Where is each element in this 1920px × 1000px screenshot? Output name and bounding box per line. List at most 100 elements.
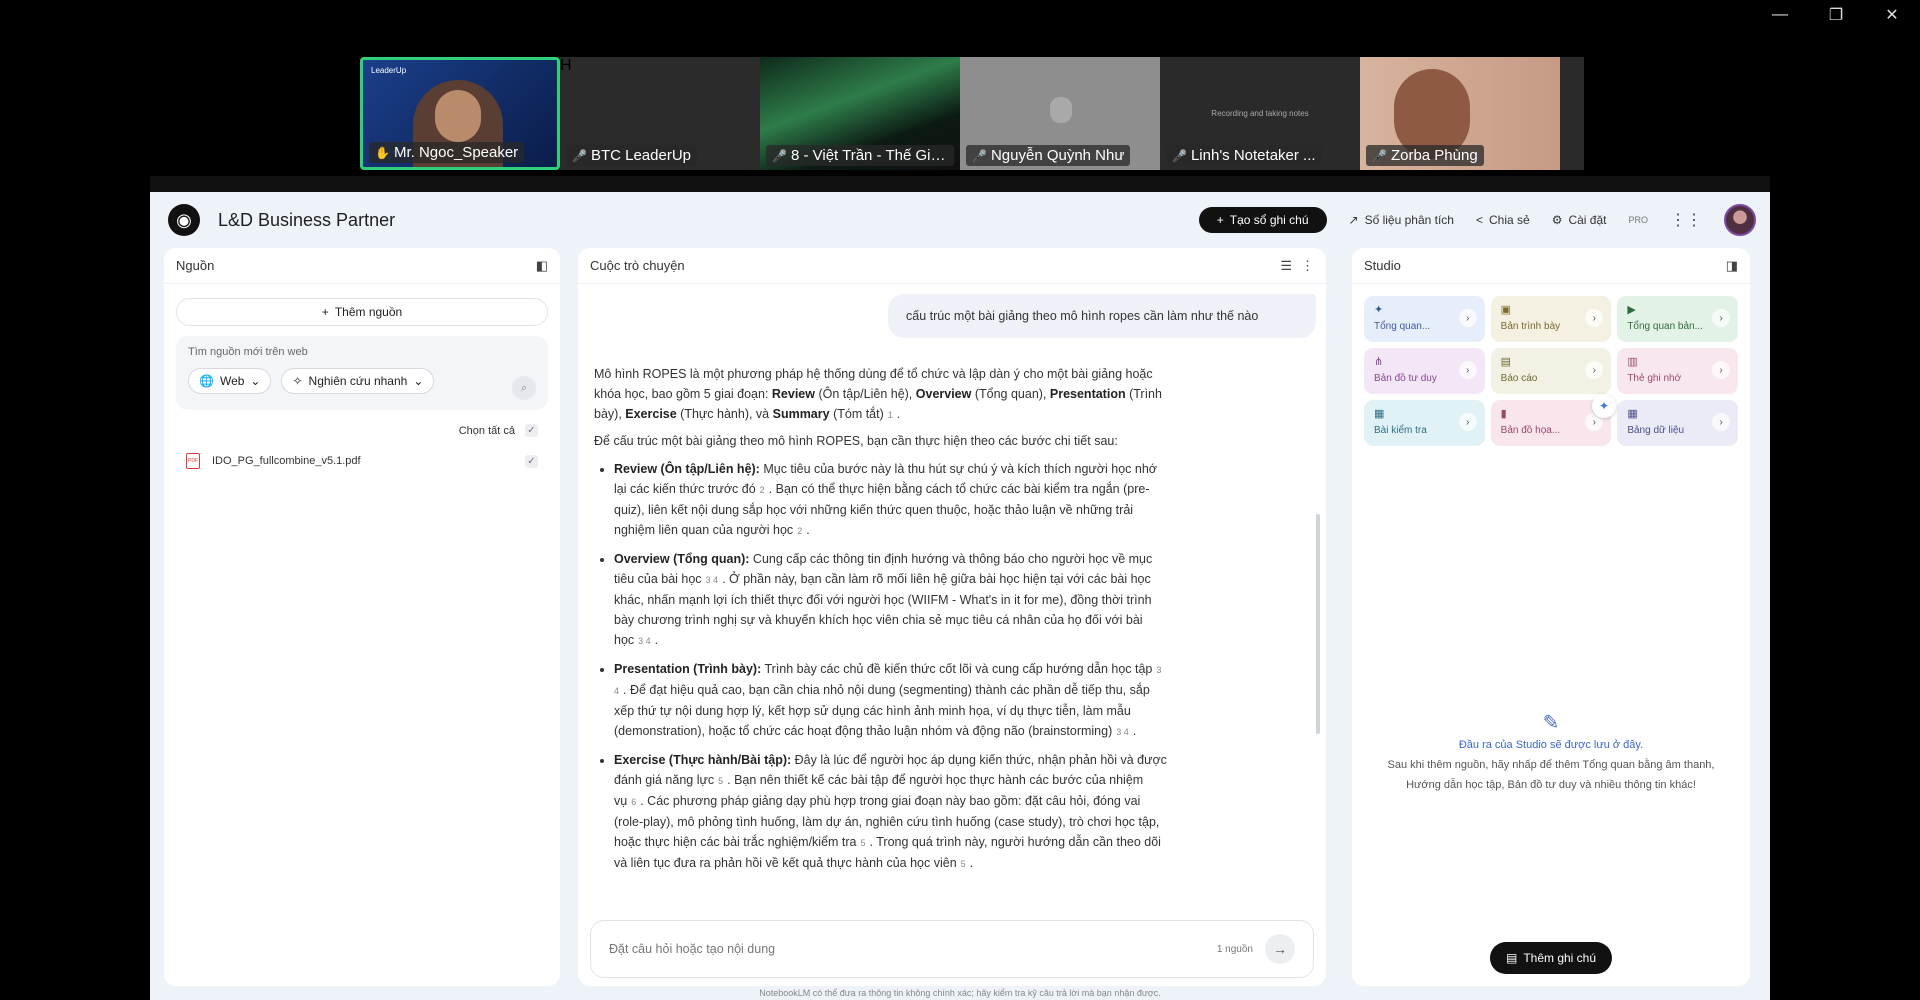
participant-tile[interactable]: Recording and taking notes 🎤 Linh's Noteta…	[1160, 57, 1360, 170]
participant-tile[interactable]: 🎤 8 - Việt Trần - Thế Giới...	[760, 57, 960, 170]
answer-intro: Mô hình ROPES là một phương pháp hệ thốn…	[594, 367, 1162, 421]
user-message: cấu trúc một bài giảng theo mô hình rope…	[888, 294, 1316, 338]
share-button[interactable]: < Chia sẻ	[1476, 213, 1530, 227]
source-name: IDO_PG_fullcombine_v5.1.pdf	[212, 455, 361, 467]
apps-grid-icon[interactable]: ⋮⋮	[1670, 210, 1702, 230]
studio-tile[interactable]: ▦ Bảng dữ liệu ›	[1617, 400, 1738, 446]
studio-tile[interactable]: ▶ Tổng quan bản... ›	[1617, 296, 1738, 342]
disclaimer: NotebookLM có thể đưa ra thông tin không…	[759, 988, 1161, 998]
studio-tile[interactable]: ▤ Báo cáo ›	[1490, 348, 1612, 394]
chat-input[interactable]: Đặt câu hỏi hoặc tạo nội dung	[609, 942, 1217, 956]
chevron-right-icon[interactable]: ›	[1458, 361, 1477, 379]
participant-strip: LeaderUp ✋ Mr. Ngoc_Speaker H 🎤 BTC LeaderUp 🎤…	[360, 57, 1584, 170]
share-icon: <	[1475, 213, 1483, 227]
notetaker-status: Recording and taking notes	[1211, 109, 1309, 118]
pin-icon: ✋	[375, 146, 390, 160]
avatar: H	[560, 57, 572, 74]
studio-tile[interactable]: ✦ Tổng quan... ›	[1364, 296, 1485, 342]
app-topbar: ◉ L&D Business Partner + Tạo sổ ghi chú ↗…	[150, 192, 1770, 248]
source-count: 1 nguồn	[1216, 943, 1253, 955]
more-vert-icon[interactable]: ⋮	[1301, 258, 1314, 274]
chevron-right-icon[interactable]: ›	[1585, 361, 1604, 379]
empty-hint-1: Sau khi thêm nguồn, hãy nhấp để thêm Tổn…	[1387, 759, 1715, 771]
restore-button[interactable]: ❐	[1808, 0, 1864, 30]
web-source-dropdown[interactable]: 🌐 Web ⌄	[188, 368, 272, 394]
avatar[interactable]	[1724, 204, 1756, 236]
close-button[interactable]: ✕	[1864, 0, 1920, 30]
citation-chip[interactable]: 3 4	[1116, 727, 1129, 737]
chevron-right-icon[interactable]: ›	[1458, 309, 1477, 327]
plus-icon: +	[321, 305, 329, 319]
chevron-right-icon[interactable]: ›	[1458, 413, 1477, 431]
list-item[interactable]: PDF IDO_PG_fullcombine_v5.1.pdf ✓	[186, 453, 538, 469]
analytics-button[interactable]: ↗ Số liệu phân tích	[1349, 213, 1454, 227]
list-item: Exercise (Thực hành/Bài tập): Đây là lúc…	[614, 750, 1172, 874]
minimize-button[interactable]: —	[1752, 0, 1808, 30]
web-search-input[interactable]: Tìm nguồn mới trên web	[188, 346, 536, 358]
citation-chip[interactable]: 5	[861, 838, 866, 848]
settings-button[interactable]: ⚙ Cài đặt	[1552, 213, 1607, 227]
source-checkbox[interactable]: ✓	[525, 454, 538, 468]
chevron-right-icon[interactable]: ›	[1585, 309, 1604, 327]
studio-tiles: ✦ Tổng quan... › ▣ Bản trình bày › ▶ Tổng quan …	[1364, 296, 1738, 446]
collapse-panel-icon[interactable]: ◧	[536, 258, 548, 274]
sparkle-search-icon: ✧	[292, 374, 303, 388]
list-item: Review (Ôn tập/Liên hệ): Mục tiêu của bư…	[614, 459, 1172, 541]
tune-icon[interactable]: ☰	[1280, 258, 1292, 274]
search-icon[interactable]: ⌕	[512, 376, 536, 400]
magic-wand-icon: ✎	[1542, 712, 1560, 734]
chat-input-box[interactable]: Đặt câu hỏi hoặc tạo nội dung 1 nguồn →	[590, 920, 1314, 978]
notebooklm-logo-icon: ◉	[168, 204, 200, 236]
studio-title: Studio	[1364, 258, 1401, 273]
studio-tile[interactable]: ▦ Bài kiểm tra ›	[1364, 400, 1485, 446]
participant-tile[interactable]: H 🎤 BTC LeaderUp	[560, 57, 760, 170]
answer-lead: Để cấu trúc một bài giảng theo mô hình R…	[594, 434, 1118, 448]
participant-tile[interactable]: LeaderUp ✋ Mr. Ngoc_Speaker	[360, 57, 560, 170]
mic-muted-icon: 🎤	[572, 149, 587, 163]
participant-name: 🎤 BTC LeaderUp	[566, 145, 698, 166]
arrow-right-icon: →	[1273, 941, 1287, 957]
notebook-title[interactable]: L&D Business Partner	[218, 210, 395, 231]
citation-chip[interactable]: 5	[961, 859, 966, 869]
pdf-icon: PDF	[186, 453, 200, 469]
scrollbar[interactable]	[1316, 514, 1320, 734]
web-search-box: Tìm nguồn mới trên web 🌐 Web ⌄ ✧ Nghiên cứu…	[176, 336, 548, 410]
note-icon: ▤	[1505, 951, 1518, 965]
create-notebook-button[interactable]: + Tạo sổ ghi chú	[1198, 207, 1327, 233]
notebook-app: ◉ L&D Business Partner + Tạo sổ ghi chú ↗…	[150, 176, 1770, 1000]
citation-chip[interactable]: 3 4	[638, 636, 651, 646]
mic-muted-icon: 🎤	[1172, 149, 1187, 163]
add-note-button[interactable]: ▤ Thêm ghi chú	[1489, 942, 1613, 974]
list-item: Overview (Tổng quan): Cung cấp các thông…	[614, 549, 1172, 651]
participant-tile[interactable]: 🎤 Nguyễn Quỳnh Như	[960, 57, 1160, 170]
gear-icon: ⚙	[1551, 213, 1563, 227]
placeholder-avatar	[1050, 97, 1072, 123]
citation-chip[interactable]: 3 4	[706, 575, 719, 585]
participant-name: 🎤 Nguyễn Quỳnh Như	[966, 145, 1131, 166]
chat-thread: cấu trúc một bài giảng theo mô hình rope…	[578, 284, 1326, 916]
chat-title: Cuộc trò chuyện	[590, 258, 685, 273]
mic-muted-icon: 🎤	[1372, 149, 1387, 163]
citation-chip[interactable]: 1	[888, 410, 893, 420]
participant-tile[interactable]: 🎤 Zorba Phùng	[1360, 57, 1560, 170]
chevron-right-icon[interactable]: ›	[1711, 361, 1730, 379]
chevron-right-icon[interactable]: ›	[1711, 413, 1730, 431]
citation-chip[interactable]: 5	[718, 776, 723, 786]
citation-chip[interactable]: 2	[797, 526, 802, 536]
citation-chip[interactable]: 2	[760, 485, 765, 495]
research-mode-dropdown[interactable]: ✧ Nghiên cứu nhanh ⌄	[281, 368, 435, 394]
mic-muted-icon: 🎤	[772, 149, 787, 163]
studio-tile[interactable]: ▣ Bản trình bày ›	[1490, 296, 1612, 342]
studio-tile[interactable]: ⋔ Bản đồ tư duy ›	[1364, 348, 1485, 394]
select-all-row[interactable]: Chọn tất cả ✓	[186, 424, 538, 437]
collapse-panel-icon[interactable]: ◨	[1726, 258, 1738, 274]
citation-chip[interactable]: 6	[631, 797, 636, 807]
floating-assistant-icon[interactable]: ✦	[1592, 394, 1616, 418]
studio-tile[interactable]: ▥ Thẻ ghi nhớ ›	[1617, 348, 1738, 394]
send-button[interactable]: →	[1265, 934, 1295, 964]
select-all-checkbox[interactable]: ✓	[525, 424, 538, 437]
empty-hint-2: Hướng dẫn học tập, Bản đồ tư duy và nhiề…	[1406, 779, 1696, 791]
add-source-button[interactable]: + Thêm nguồn	[176, 298, 548, 326]
chevron-right-icon[interactable]: ›	[1711, 309, 1730, 327]
studio-panel: Studio ◨ ✦ Tổng quan... › ▣ Bản trình bày › ▶ Tổ…	[1352, 248, 1750, 986]
